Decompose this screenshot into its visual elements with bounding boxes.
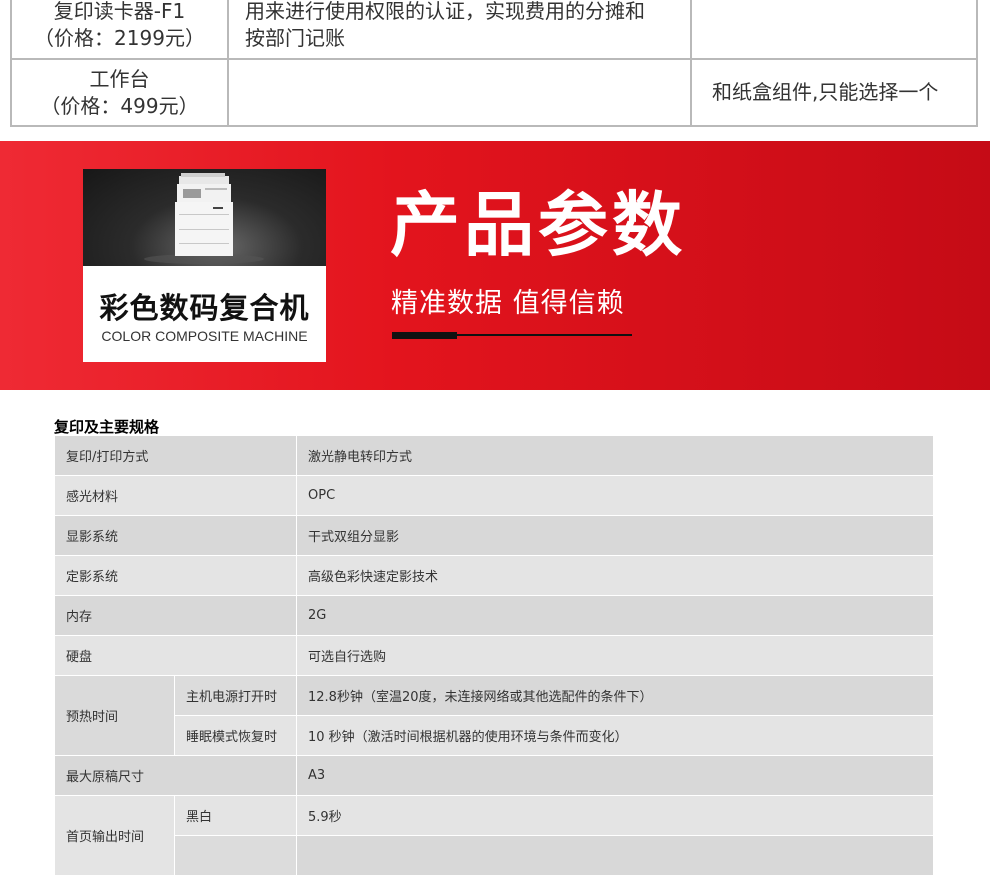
spec-label: 感光材料 bbox=[54, 475, 297, 516]
option-desc-cont: 按部门记账 bbox=[245, 26, 345, 50]
table-row: 复印读卡器-F1 （价格：2199元） 用来进行使用权限的认证，实现费用的分摊和… bbox=[10, 0, 978, 60]
options-table: 复印读卡器-F1 （价格：2199元） 用来进行使用权限的认证，实现费用的分摊和… bbox=[10, 0, 978, 127]
spec-value: A3 bbox=[296, 755, 934, 796]
spec-value bbox=[296, 835, 934, 876]
table-row: 感光材料 OPC bbox=[54, 475, 934, 516]
spec-value: 可选自行选购 bbox=[296, 635, 934, 676]
spec-value: 激光静电转印方式 bbox=[296, 435, 934, 476]
spec-value: 2G bbox=[296, 595, 934, 636]
spec-value: 10 秒钟（激活时间根据机器的使用环境与条件而变化） bbox=[296, 715, 934, 756]
copier-illustration bbox=[144, 173, 264, 264]
table-row: 显影系统 干式双组分显影 bbox=[54, 515, 934, 556]
spec-sub-label: 睡眠模式恢复时 bbox=[174, 715, 297, 756]
option-price: （价格：2199元） bbox=[34, 26, 205, 50]
spec-value: 12.8秒钟（室温20度，未连接网络或其他选配件的条件下） bbox=[296, 675, 934, 716]
spec-sub-label bbox=[174, 835, 297, 876]
product-card: 彩色数码复合机 COLOR COMPOSITE MACHINE bbox=[83, 169, 326, 362]
product-name-en: COLOR COMPOSITE MACHINE bbox=[101, 328, 308, 344]
table-row: 首页输出时间 黑白 5.9秒 bbox=[54, 795, 934, 876]
option-desc-cell bbox=[227, 58, 692, 127]
option-desc-cell: 用来进行使用权限的认证，实现费用的分摊和 按部门记账 bbox=[227, 0, 692, 60]
table-row: 硬盘 可选自行选购 bbox=[54, 635, 934, 676]
option-name-cell: 复印读卡器-F1 （价格：2199元） bbox=[10, 0, 229, 60]
spec-label: 最大原稿尺寸 bbox=[54, 755, 297, 796]
table-row: 工作台 （价格：499元） 和纸盒组件,只能选择一个 bbox=[10, 58, 978, 127]
product-name: 彩色数码复合机 bbox=[99, 291, 310, 325]
spec-table: 复印/打印方式 激光静电转印方式 感光材料 OPC 显影系统 干式双组分显影 定… bbox=[54, 435, 934, 876]
option-name: 复印读卡器-F1 bbox=[53, 0, 186, 23]
product-banner: 彩色数码复合机 COLOR COMPOSITE MACHINE 产品参数 精准数… bbox=[0, 141, 990, 390]
option-name: 工作台 bbox=[89, 66, 150, 91]
option-price: （价格：499元） bbox=[40, 93, 199, 118]
divider-accent bbox=[392, 332, 457, 339]
table-row: 最大原稿尺寸 A3 bbox=[54, 755, 934, 796]
spec-label: 复印/打印方式 bbox=[54, 435, 297, 476]
table-row: 内存 2G bbox=[54, 595, 934, 636]
banner-subtitle: 精准数据 值得信赖 bbox=[391, 288, 625, 319]
spec-sub-label: 黑白 bbox=[174, 795, 297, 836]
option-note: 和纸盒组件,只能选择一个 bbox=[690, 58, 978, 127]
spec-label: 定影系统 bbox=[54, 555, 297, 596]
spec-section-title: 复印及主要规格 bbox=[54, 418, 160, 436]
table-row: 定影系统 高级色彩快速定影技术 bbox=[54, 555, 934, 596]
option-name-cell: 工作台 （价格：499元） bbox=[10, 58, 229, 127]
spec-group-label: 首页输出时间 bbox=[54, 795, 175, 876]
table-row: 复印/打印方式 激光静电转印方式 bbox=[54, 435, 934, 476]
spec-sub-label: 主机电源打开时 bbox=[174, 675, 297, 716]
table-row: 睡眠模式恢复时 10 秒钟（激活时间根据机器的使用环境与条件而变化） bbox=[55, 715, 934, 756]
copier-image bbox=[83, 169, 326, 266]
spec-label: 显影系统 bbox=[54, 515, 297, 556]
spec-value: 高级色彩快速定影技术 bbox=[296, 555, 934, 596]
spec-group-label: 预热时间 bbox=[54, 675, 175, 756]
spec-value: 干式双组分显影 bbox=[296, 515, 934, 556]
spec-label: 硬盘 bbox=[54, 635, 297, 676]
spec-value: OPC bbox=[296, 475, 934, 516]
table-row: 预热时间 主机电源打开时 12.8秒钟（室温20度，未连接网络或其他选配件的条件… bbox=[54, 675, 934, 756]
table-row bbox=[55, 835, 934, 876]
option-note bbox=[690, 0, 978, 60]
spec-label: 内存 bbox=[54, 595, 297, 636]
banner-title: 产品参数 bbox=[390, 184, 686, 266]
spec-value: 5.9秒 bbox=[296, 795, 934, 836]
option-desc: 用来进行使用权限的认证，实现费用的分摊和 bbox=[245, 0, 645, 23]
